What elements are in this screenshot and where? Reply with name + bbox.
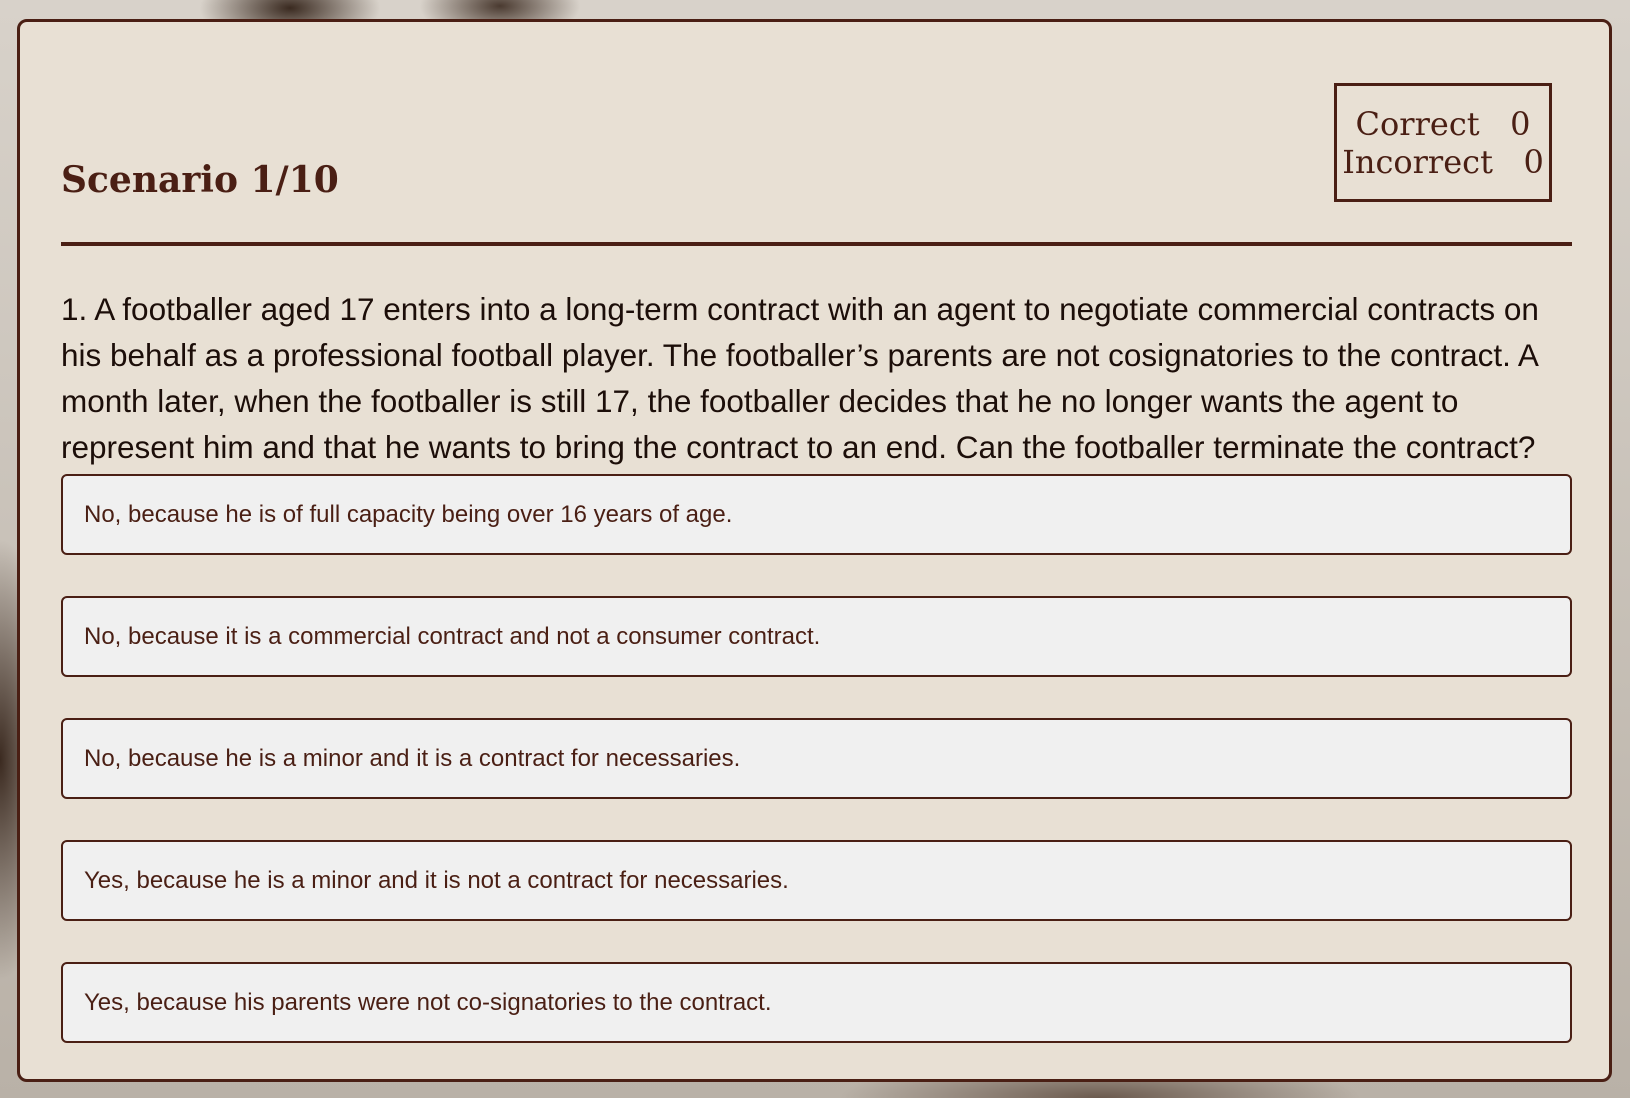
score-box: Correct 0 Incorrect 0 <box>1334 83 1552 202</box>
question-text: 1. A footballer aged 17 enters into a lo… <box>61 291 1539 465</box>
correct-label: Correct <box>1355 104 1480 143</box>
answer-option-2[interactable]: No, because it is a commercial contract … <box>61 596 1572 677</box>
scenario-title: Scenario 1/10 <box>61 159 339 201</box>
title-divider <box>61 242 1572 246</box>
answer-options: No, because he is of full capacity being… <box>61 474 1572 1043</box>
correct-score: Correct 0 <box>1356 105 1531 143</box>
answer-option-4[interactable]: Yes, because he is a minor and it is not… <box>61 840 1572 921</box>
answer-option-1[interactable]: No, because he is of full capacity being… <box>61 474 1572 555</box>
incorrect-label: Incorrect <box>1342 142 1493 181</box>
quiz-panel: Correct 0 Incorrect 0 Scenario 1/10 1. A… <box>17 19 1612 1082</box>
correct-value: 0 <box>1510 104 1531 143</box>
incorrect-value: 0 <box>1523 142 1544 181</box>
answer-option-5[interactable]: Yes, because his parents were not co-sig… <box>61 962 1572 1043</box>
incorrect-score: Incorrect 0 <box>1342 143 1544 181</box>
answer-option-3[interactable]: No, because he is a minor and it is a co… <box>61 718 1572 799</box>
